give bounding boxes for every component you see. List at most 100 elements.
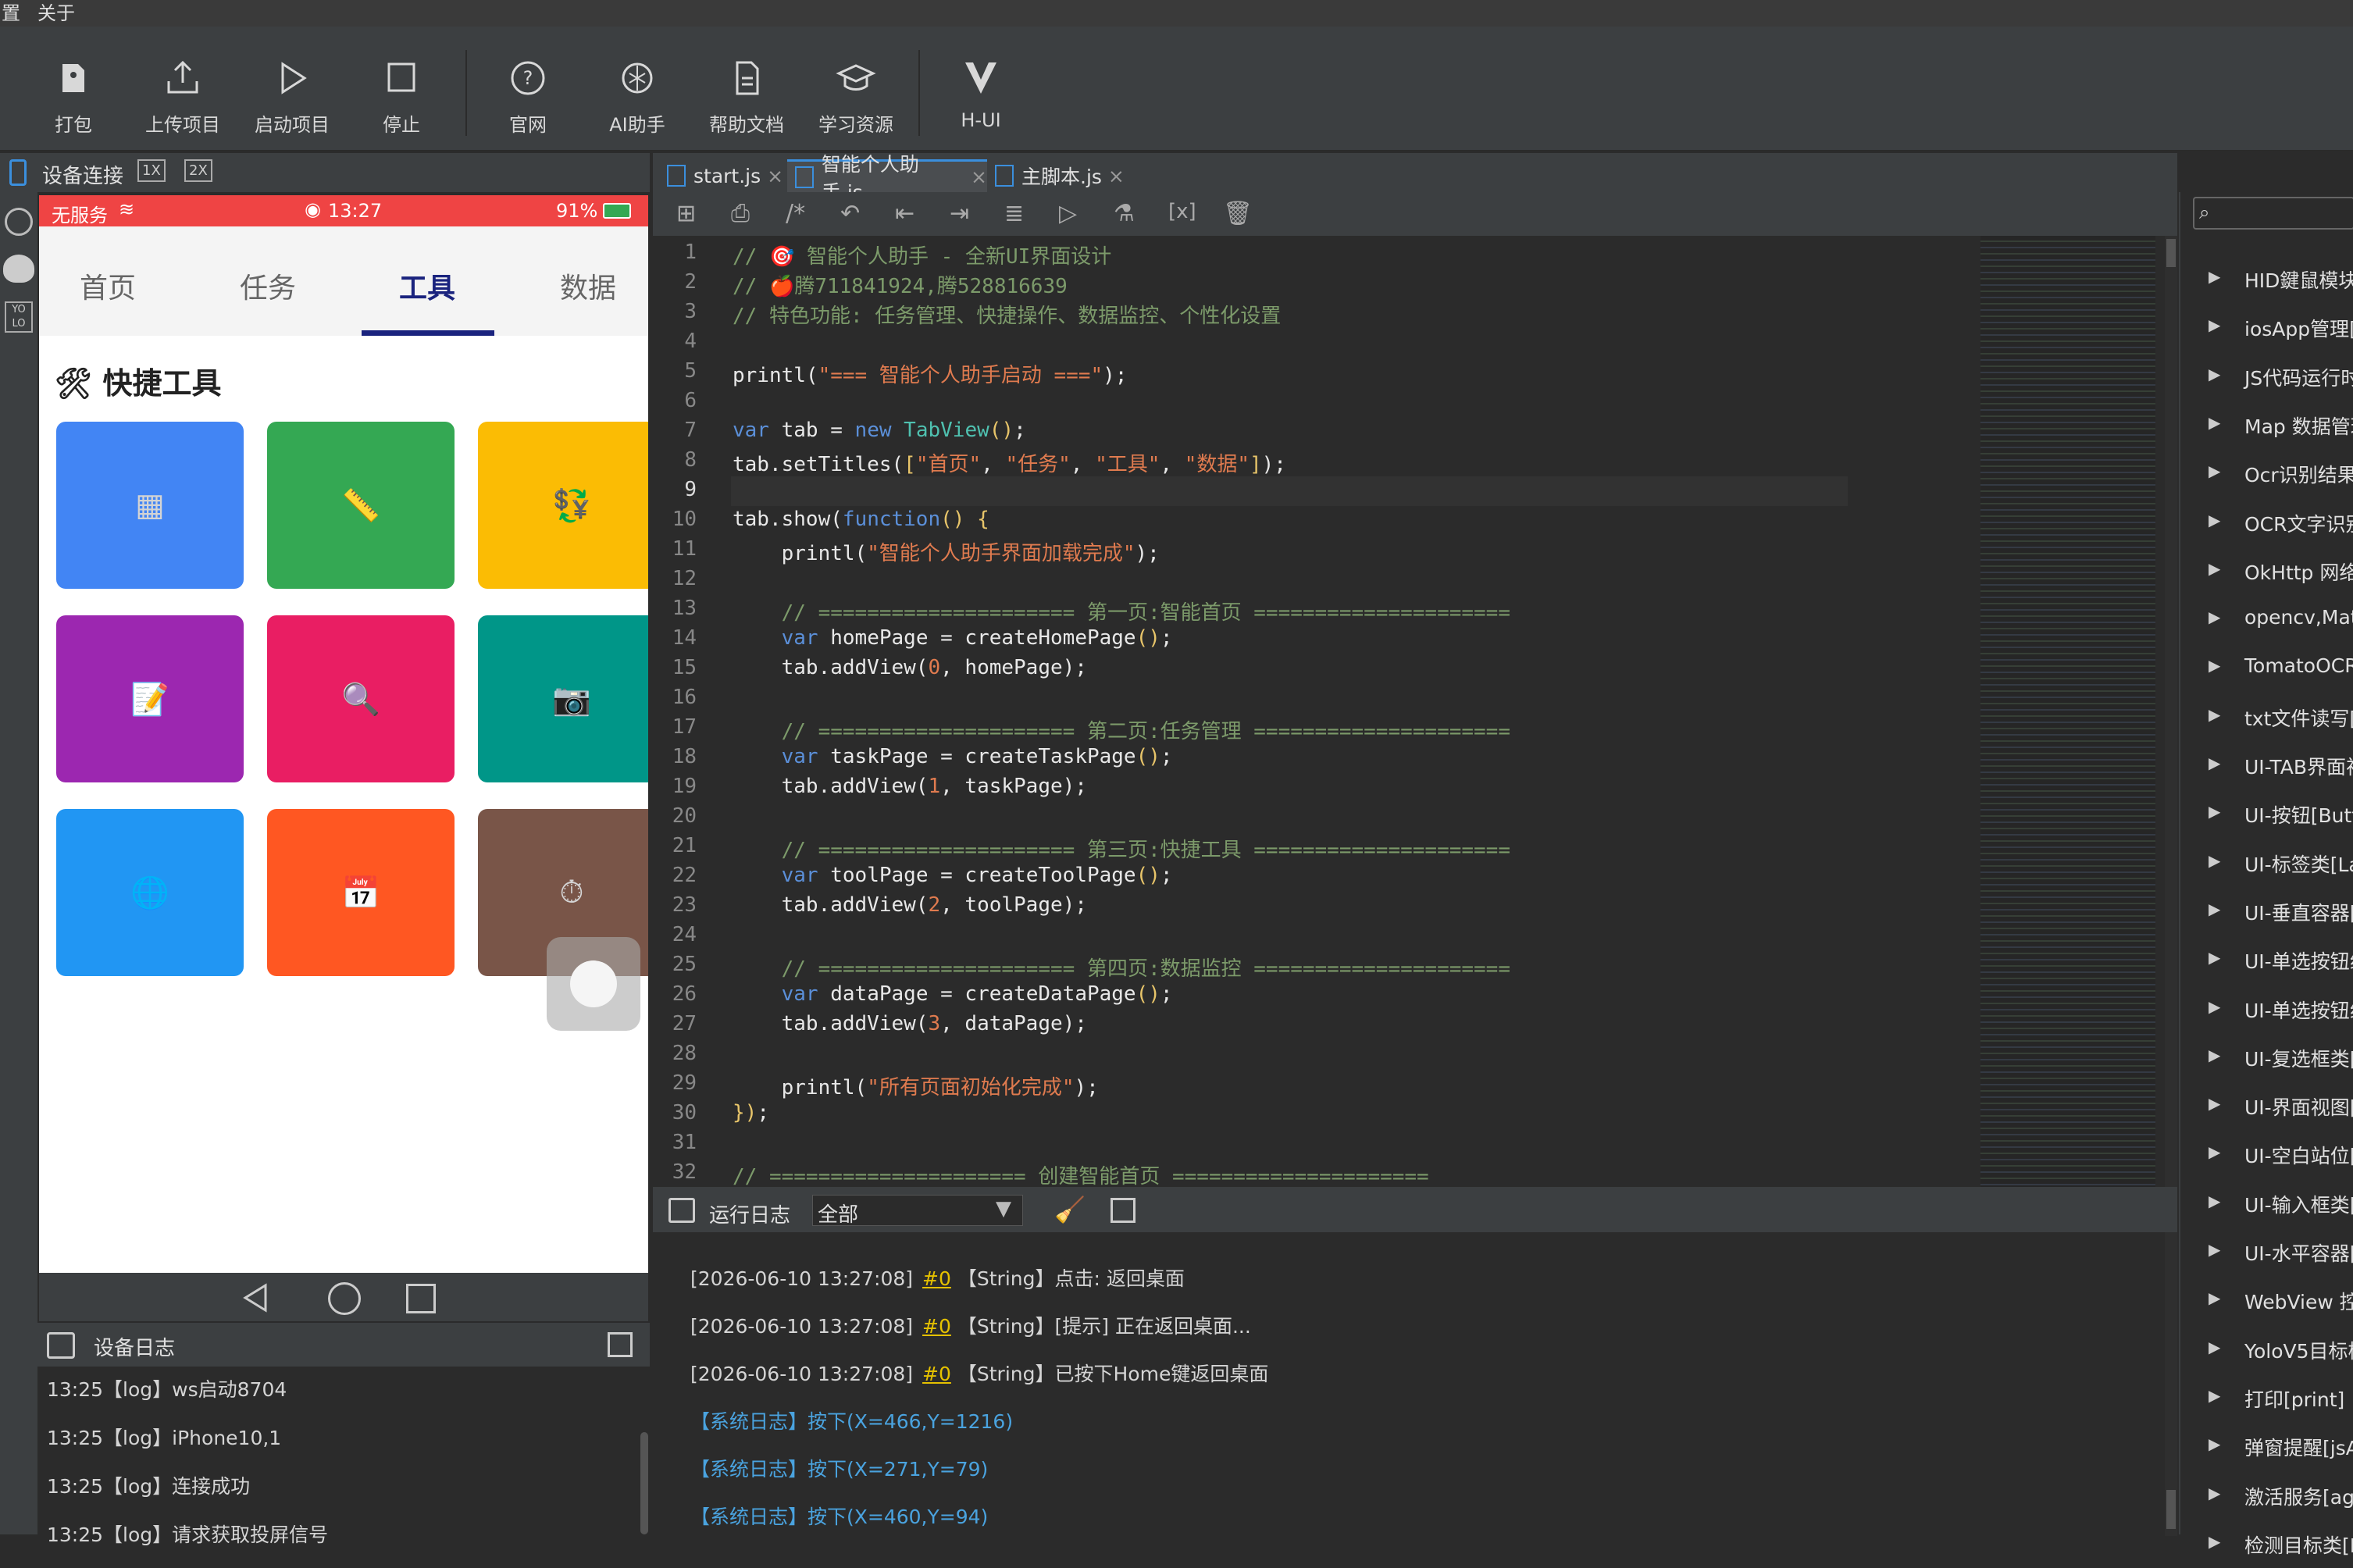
home-nav-icon[interactable] [328,1282,361,1315]
menu-item-about[interactable]: 关于 [37,2,75,25]
tool-tile[interactable]: 🔍 [267,615,455,782]
expand-arrow-icon[interactable]: ▶ [2209,900,2220,918]
api-tree-item[interactable]: ▶ UI-水平容器[ [2180,1228,2353,1276]
phone-tab-data[interactable]: 数据 [522,265,648,306]
tool-tile[interactable]: 💱 [478,422,648,589]
upload-project-button[interactable]: 上传项目 [128,58,237,151]
expand-arrow-icon[interactable]: ▶ [2209,1094,2220,1113]
expand-arrow-icon[interactable]: ▶ [2209,1532,2220,1551]
tool-tile[interactable]: 🌐 [56,809,244,976]
expand-arrow-icon[interactable]: ▶ [2209,997,2220,1016]
package-button[interactable]: 打包 [19,58,128,151]
code-minimap[interactable] [1980,236,2155,1187]
learning-resources-button[interactable]: 学习资源 [801,58,911,151]
expand-arrow-icon[interactable]: ▶ [2209,559,2220,578]
add-icon[interactable]: ⊞ [676,200,696,227]
recents-nav-icon[interactable] [406,1284,436,1313]
api-tree-item[interactable]: ▶ UI-垂直容器[ [2180,887,2353,935]
yolo-icon[interactable]: YO LO [5,301,33,333]
tool-tile[interactable]: 📏 [267,422,455,589]
api-tree-item[interactable]: ▶ OkHttp 网络 [2180,547,2353,595]
variables-icon[interactable]: [x] [1168,200,1196,223]
ai-assistant-button[interactable]: AI助手 [583,58,692,151]
api-tree-item[interactable]: ▶ UI-单选按钮组 [2180,935,2353,984]
export-run-log-icon[interactable] [1111,1198,1136,1223]
palette-icon[interactable] [3,255,34,283]
expand-arrow-icon[interactable]: ▶ [2209,1046,2220,1064]
expand-arrow-icon[interactable]: ▶ [2209,1240,2220,1259]
expand-arrow-icon[interactable]: ▶ [2209,365,2220,383]
api-tree-item[interactable]: ▶ WebView 控 [2180,1276,2353,1324]
website-button[interactable]: ? 官网 [473,58,583,151]
tool-tile[interactable]: 📝 [56,615,244,782]
expand-arrow-icon[interactable]: ▶ [2209,656,2220,675]
close-tab-icon[interactable]: × [767,165,783,187]
api-tree-item[interactable]: ▶ 检测目标类[D [2180,1520,2353,1568]
api-tree-item[interactable]: ▶ 激活服务[age [2180,1471,2353,1520]
api-tree-item[interactable]: ▶ UI-界面视图[ [2180,1082,2353,1130]
api-tree-item[interactable]: ▶ UI-输入框类[ [2180,1179,2353,1228]
phone-screen-mirror[interactable]: 无服务 ≋ ◉ 13:27 91% 首页 任务 工具 数据 🛠 快捷工具 ▦ 📏 💱… [39,195,648,1273]
api-tree-item[interactable]: ▶ TomatoOCR [2180,643,2353,692]
print-icon[interactable]: ⎙ [731,200,750,227]
api-tree-item[interactable]: ▶ Map 数据管理 [2180,401,2353,449]
code-editor[interactable]: 1 2 3 4 5 6 7 8 9 10 11 12 13 14 15 16 17 18 19 20 21 22 23 24 2… [653,236,2177,1188]
tool-tile[interactable]: ▦ [56,422,244,589]
expand-arrow-icon[interactable]: ▶ [2209,267,2220,286]
log-scrollbar-track[interactable] [2165,1232,2177,1536]
expand-arrow-icon[interactable]: ▶ [2209,851,2220,870]
api-tree-item[interactable]: ▶ OCR文字识别 [2180,498,2353,547]
expand-arrow-icon[interactable]: ▶ [2209,1288,2220,1307]
comment-icon[interactable]: /* [786,200,805,227]
run-log-tag[interactable]: #0 [922,1363,951,1385]
api-tree-item[interactable]: ▶ 弹窗提醒[jsA [2180,1422,2353,1470]
api-search-input[interactable]: ⌕ [2193,197,2353,230]
api-tree-item[interactable]: ▶ UI-标签类[La [2180,839,2353,887]
tool-tile[interactable]: 📷 [478,615,648,782]
file-tab-start[interactable]: start.js × [659,159,787,192]
expand-arrow-icon[interactable]: ▶ [2209,1142,2220,1161]
device-log-scrollbar[interactable] [640,1432,648,1534]
stop-button[interactable]: 停止 [347,58,456,151]
expand-arrow-icon[interactable]: ▶ [2209,1386,2220,1405]
phone-tab-home[interactable]: 首页 [41,265,174,306]
api-tree-item[interactable]: ▶ UI-空白站位[ [2180,1130,2353,1178]
run-icon[interactable]: ▷ [1059,200,1077,227]
back-nav-icon[interactable] [241,1282,272,1313]
phone-tab-tasks[interactable]: 任务 [201,265,334,306]
editor-scrollbar-thumb[interactable] [2166,239,2176,267]
phone-tab-tools[interactable]: 工具 [361,265,494,306]
close-tab-icon[interactable]: × [971,166,987,188]
api-tree-item[interactable]: ▶ opencv,Mat [2180,595,2353,643]
delete-icon[interactable]: 🗑 [1223,200,1253,227]
expand-arrow-icon[interactable]: ▶ [2209,705,2220,724]
expand-arrow-icon[interactable]: ▶ [2209,1434,2220,1453]
editor-scrollbar-track[interactable] [2165,236,2177,1187]
run-log-tag[interactable]: #0 [922,1315,951,1338]
clear-log-broom-icon[interactable]: 🧹 [1054,1195,1086,1224]
expand-arrow-icon[interactable]: ▶ [2209,948,2220,967]
outdent-icon[interactable]: ⇤ [895,200,914,227]
api-tree-item[interactable]: ▶ UI-复选框类[ [2180,1033,2353,1082]
help-docs-button[interactable]: 帮助文档 [692,58,801,151]
floating-assistive-button[interactable] [547,937,640,1031]
start-project-button[interactable]: 启动项目 [237,58,347,151]
undo-icon[interactable]: ↶ [840,200,860,227]
format-icon[interactable]: ≣ [1004,200,1024,227]
debug-flask-icon[interactable]: ⚗ [1114,200,1135,227]
close-tab-icon[interactable]: × [1108,165,1125,187]
api-tree-item[interactable]: ▶ JS代码运行时 [2180,352,2353,401]
api-tree-item[interactable]: ▶ Ocr识别结果 [2180,449,2353,497]
expand-arrow-icon[interactable]: ▶ [2209,608,2220,626]
expand-arrow-icon[interactable]: ▶ [2209,413,2220,432]
run-log-tag[interactable]: #0 [922,1267,951,1290]
expand-arrow-icon[interactable]: ▶ [2209,802,2220,821]
indent-icon[interactable]: ⇥ [950,200,969,227]
file-tab-assistant[interactable]: 智能个人助手.js × [787,153,987,204]
expand-arrow-icon[interactable]: ▶ [2209,315,2220,334]
api-tree-item[interactable]: ▶ YoloV5目标检 [2180,1325,2353,1374]
api-tree-item[interactable]: ▶ txt文件读写[ [2180,693,2353,741]
expand-arrow-icon[interactable]: ▶ [2209,1338,2220,1356]
tool-tile[interactable]: 📅 [267,809,455,976]
scale-2x-button[interactable]: 2X [184,159,212,182]
